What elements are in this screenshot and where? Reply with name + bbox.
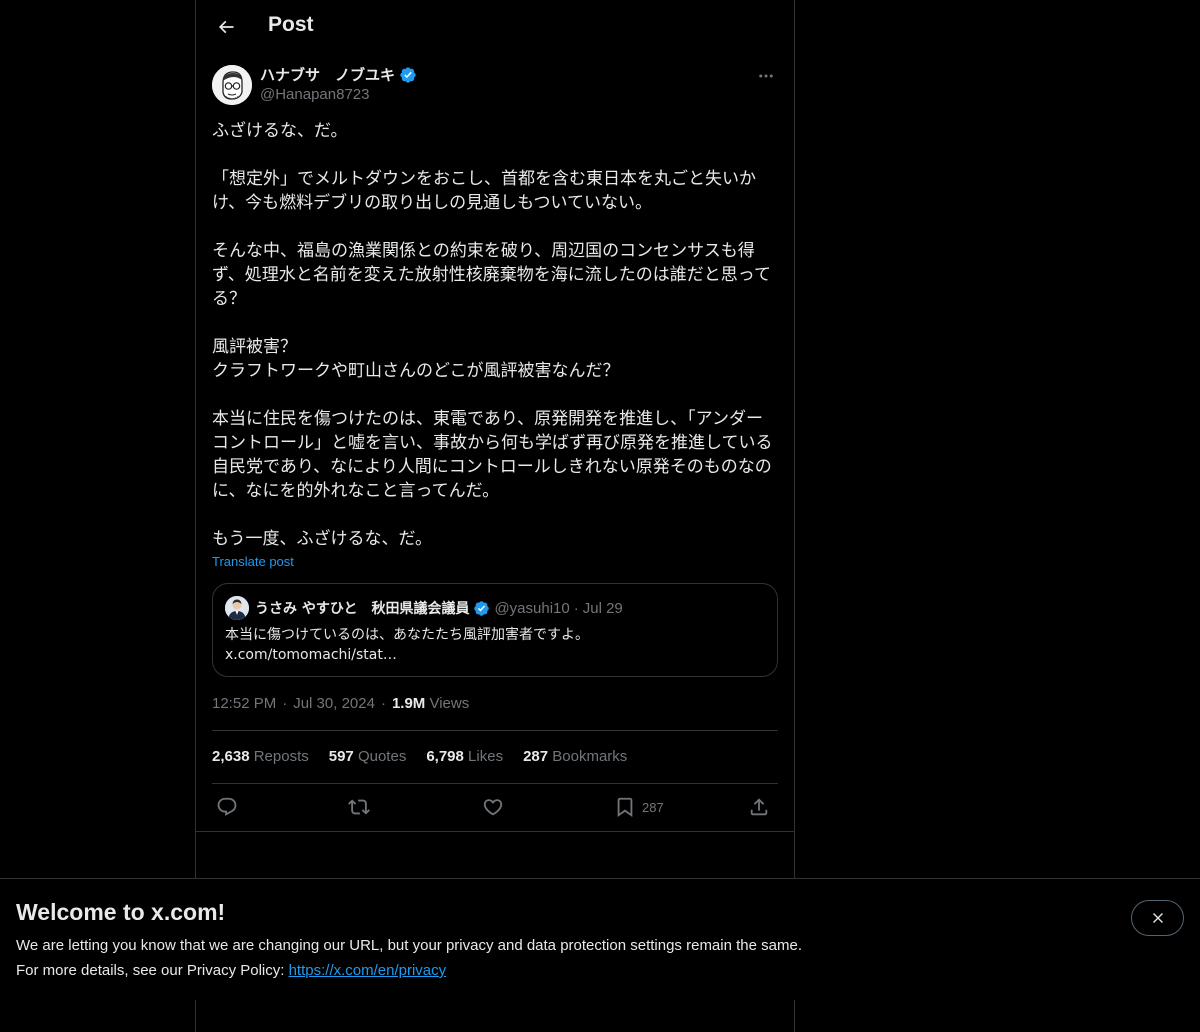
header: Post xyxy=(196,0,794,54)
more-horizontal-icon xyxy=(759,74,773,78)
views-label: Views xyxy=(429,695,470,712)
repost-icon xyxy=(348,799,370,815)
quoted-author-handle: @yasuhi10 xyxy=(494,599,570,617)
divider xyxy=(196,831,794,832)
share-icon xyxy=(750,798,768,816)
post-time[interactable]: 12:52 PM xyxy=(212,695,276,712)
likes-label: Likes xyxy=(468,748,504,765)
author-name-row: ハナブサ ノブユキ xyxy=(260,64,417,85)
quoted-post-text: 本当に傷つけているのは、あなたたち風評加害者ですよ。 x.com/tomomac… xyxy=(225,625,765,665)
post-text: ふざけるな、だ。 「想定外」でメルトダウンをおこし、首都を含む東日本を丸ごと失い… xyxy=(212,121,773,549)
quoted-post-date: Jul 29 xyxy=(582,599,623,617)
views: 1.9M Views xyxy=(392,695,469,712)
page-title: Post xyxy=(268,13,314,36)
reply-icon xyxy=(217,797,237,816)
verified-badge-icon xyxy=(474,600,490,616)
quoted-post[interactable]: うさみ やすひと 秋田県議会議員 @yasuhi10 · Jul 29 本当に傷… xyxy=(212,583,778,677)
reposts-count: 2,638 xyxy=(212,748,250,765)
reposts-stat[interactable]: 2,638 Reposts xyxy=(212,748,309,765)
reply-button[interactable] xyxy=(216,792,238,822)
more-options-button[interactable] xyxy=(754,64,778,88)
quoted-post-text-line: 本当に傷つけているのは、あなたたち風評加害者ですよ。 xyxy=(225,627,589,643)
close-icon xyxy=(1152,913,1163,923)
post-author: ハナブサ ノブユキ @Hanapan8723 xyxy=(212,64,778,108)
quoted-post-link-text: x.com/tomomachi/stat… xyxy=(225,647,397,663)
divider xyxy=(212,783,778,784)
likes-stat[interactable]: 6,798 Likes xyxy=(426,748,503,765)
quoted-author-name: うさみ やすひと 秋田県議会議員 xyxy=(255,601,470,617)
quotes-stat[interactable]: 597 Quotes xyxy=(329,748,407,765)
quoted-avatar-image xyxy=(225,596,249,620)
banner-privacy-prefix: For more details, see our Privacy Policy… xyxy=(16,962,289,979)
bookmarks-stat[interactable]: 287 Bookmarks xyxy=(523,748,627,765)
views-count: 1.9M xyxy=(391,695,426,712)
author-handle[interactable]: @Hanapan8723 xyxy=(260,86,369,103)
quotes-count: 597 xyxy=(328,748,354,765)
quoted-post-header: うさみ やすひと 秋田県議会議員 @yasuhi10 · Jul 29 xyxy=(225,596,623,620)
heart-icon xyxy=(483,799,503,816)
reposts-label: Reposts xyxy=(253,748,309,765)
translate-post-link[interactable]: Translate post xyxy=(212,554,294,569)
avatar-image xyxy=(212,65,252,105)
bookmarks-count: 287 xyxy=(523,748,549,765)
verified-badge-icon xyxy=(400,66,416,83)
welcome-banner: Welcome to x.com! We are letting you kno… xyxy=(0,878,1200,1000)
arrow-left-icon xyxy=(218,20,234,34)
back-button[interactable] xyxy=(212,13,240,41)
bookmark-button[interactable]: 287 xyxy=(614,792,664,822)
bookmarks-label: Bookmarks xyxy=(552,748,628,765)
post-meta: 12:52 PM · Jul 30, 2024 · 1.9M Views xyxy=(212,695,469,712)
post-stats: 2,638 Reposts 597 Quotes 6,798 Likes 287… xyxy=(212,748,627,765)
banner-message: We are letting you know that we are chan… xyxy=(16,937,802,954)
post-actions: 287 xyxy=(212,792,778,822)
bookmark-count: 287 xyxy=(642,799,664,815)
quotes-label: Quotes xyxy=(357,748,407,765)
banner-privacy-line: For more details, see our Privacy Policy… xyxy=(16,962,446,979)
quoted-author-avatar xyxy=(225,596,249,620)
separator-dot: · xyxy=(380,695,386,712)
author-name[interactable]: ハナブサ ノブユキ xyxy=(260,64,395,85)
repost-button[interactable] xyxy=(348,792,370,822)
author-avatar[interactable] xyxy=(212,65,252,105)
share-button[interactable] xyxy=(748,792,770,822)
close-banner-button[interactable] xyxy=(1131,900,1184,936)
divider xyxy=(212,730,778,731)
post-date[interactable]: Jul 30, 2024 xyxy=(293,695,375,712)
likes-count: 6,798 xyxy=(426,748,464,765)
bookmark-icon xyxy=(617,797,633,818)
banner-title: Welcome to x.com! xyxy=(16,899,226,925)
like-button[interactable] xyxy=(482,792,504,822)
separator-dot: · xyxy=(573,599,579,617)
privacy-policy-link[interactable]: https://x.com/en/privacy xyxy=(289,962,447,979)
separator-dot: · xyxy=(282,695,288,712)
